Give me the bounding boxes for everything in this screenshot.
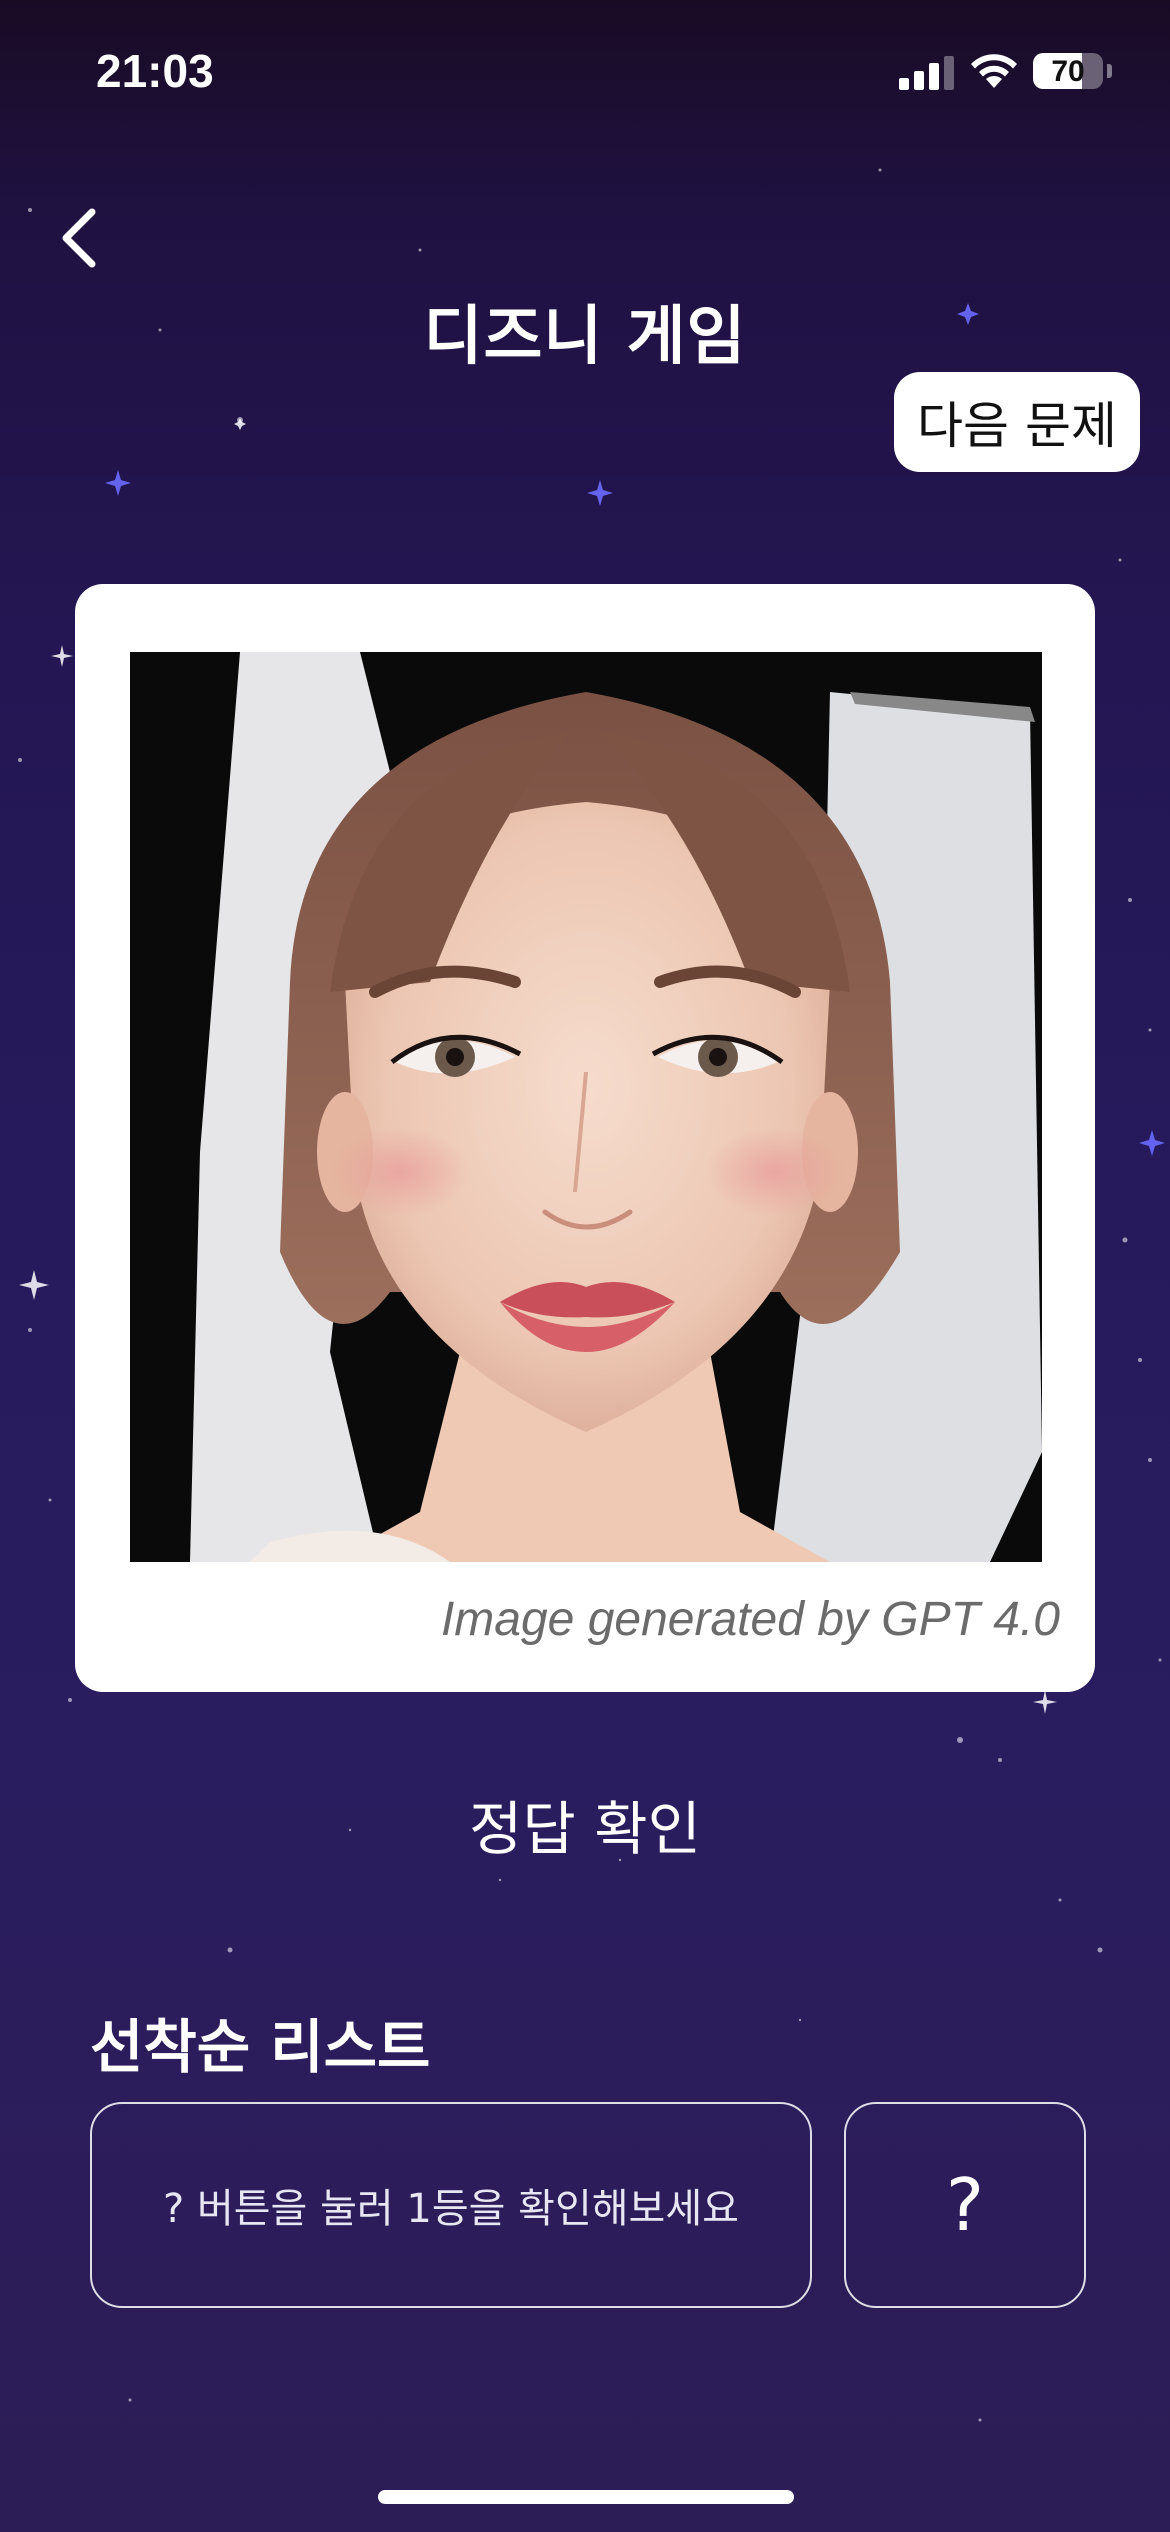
image-caption: Image generated by GPT 4.0 bbox=[440, 1593, 1060, 1646]
first-place-box: ? 버튼을 눌러 1등을 확인해보세요 bbox=[90, 2102, 812, 2308]
wifi-icon bbox=[971, 54, 1017, 88]
home-indicator[interactable] bbox=[378, 2490, 794, 2504]
chevron-left-icon bbox=[62, 208, 96, 268]
battery-nub bbox=[1107, 64, 1112, 78]
first-place-placeholder: ? 버튼을 눌러 1등을 확인해보세요 bbox=[163, 2186, 739, 2232]
quiz-portrait-image bbox=[130, 652, 1042, 1562]
question-mark-label: ? bbox=[945, 2163, 985, 2247]
check-answer-button[interactable]: 정답 확인 bbox=[0, 1782, 1170, 1866]
cellular-signal-icon bbox=[899, 52, 955, 90]
quiz-image-card: Image generated by GPT 4.0 bbox=[75, 584, 1095, 1692]
status-time: 21:03 bbox=[96, 45, 214, 97]
leaderboard-title: 선착순 리스트 bbox=[90, 2013, 431, 2081]
next-question-button[interactable]: 다음 문제 bbox=[894, 372, 1140, 472]
battery-icon: 70 bbox=[1033, 53, 1103, 89]
battery-percent: 70 bbox=[1051, 55, 1085, 88]
page-title: 디즈니 게임 bbox=[423, 300, 747, 374]
reveal-first-place-button[interactable]: ? bbox=[844, 2102, 1086, 2308]
status-icons: 70 bbox=[899, 52, 1112, 90]
back-button[interactable] bbox=[52, 198, 112, 278]
